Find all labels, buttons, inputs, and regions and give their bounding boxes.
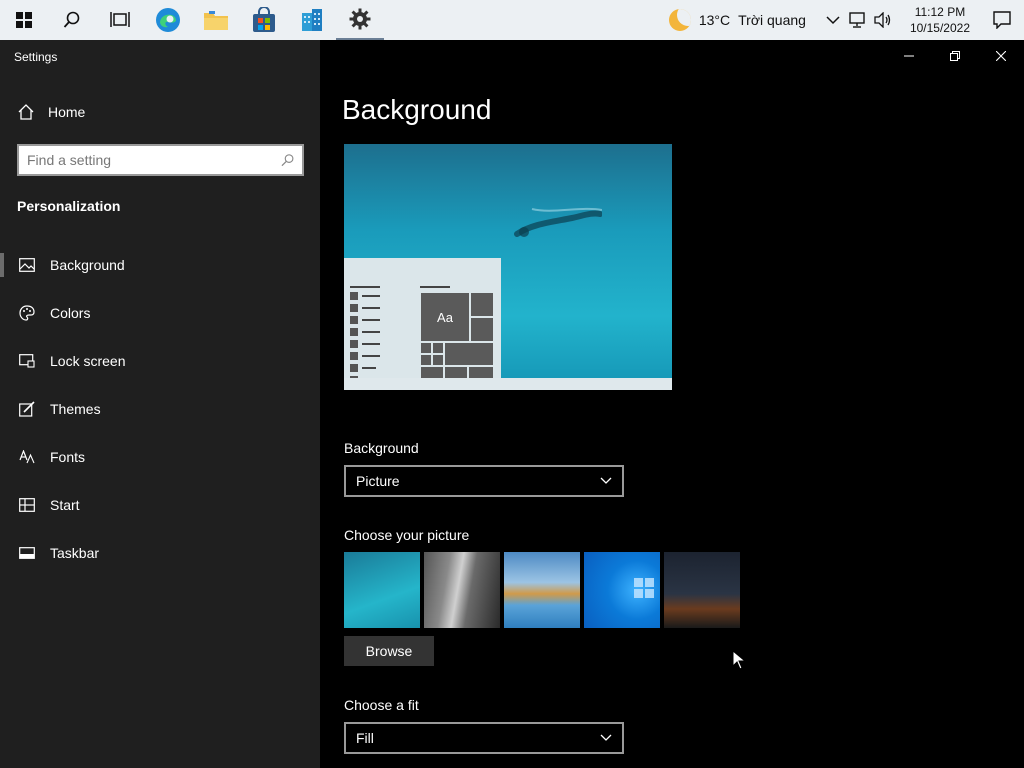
network-icon[interactable] xyxy=(848,12,866,28)
content-pane: Background Aa Background Picture Choose … xyxy=(320,40,1024,768)
search-input[interactable] xyxy=(27,152,281,168)
swimmer-image xyxy=(514,207,602,237)
weather-temperature: 13°C xyxy=(698,12,731,28)
fonts-icon xyxy=(18,448,36,466)
folder-icon xyxy=(204,11,228,30)
close-button[interactable] xyxy=(978,40,1024,72)
picture-icon xyxy=(18,256,36,274)
chevron-down-icon xyxy=(600,734,612,741)
sidebar-item-background[interactable]: Background xyxy=(0,241,320,289)
background-label: Background xyxy=(344,440,419,456)
windows-logo-icon xyxy=(16,12,32,28)
search-button[interactable] xyxy=(48,0,96,40)
sidebar-item-label: Start xyxy=(50,497,80,513)
store-app-button[interactable] xyxy=(240,0,288,40)
palette-icon xyxy=(18,304,36,322)
fit-value: Fill xyxy=(356,730,374,746)
clock-time: 11:12 PM xyxy=(914,5,966,19)
window-controls xyxy=(886,40,1024,72)
sidebar: Settings Home Personalization Background… xyxy=(0,40,320,768)
start-button[interactable] xyxy=(0,0,48,40)
notification-icon xyxy=(993,11,1011,29)
windows-logo-icon xyxy=(634,578,654,598)
sidebar-item-label: Lock screen xyxy=(50,353,126,369)
picture-thumbnail-beach[interactable] xyxy=(504,552,580,628)
browse-button[interactable]: Browse xyxy=(344,636,434,666)
lock-screen-icon xyxy=(18,352,36,370)
task-view-icon xyxy=(110,12,130,27)
fit-dropdown[interactable]: Fill xyxy=(344,722,624,754)
notification-button[interactable] xyxy=(980,0,1024,40)
weather-widget[interactable]: 13°C Trời quang xyxy=(668,9,818,31)
nav-list: Background Colors Lock screen Themes Fon… xyxy=(0,241,320,577)
moon-icon xyxy=(668,9,691,31)
background-type-value: Picture xyxy=(356,473,400,489)
taskbar: 13°C Trời quang 11:12 PM 10/15/2022 xyxy=(0,0,1024,40)
fit-label: Choose a fit xyxy=(344,697,419,713)
start-icon xyxy=(18,496,36,514)
taskbar-preview xyxy=(344,378,672,390)
window-title: Settings xyxy=(14,50,58,64)
search-icon xyxy=(63,11,80,28)
home-icon xyxy=(18,104,34,120)
minimize-button[interactable] xyxy=(886,40,932,72)
volume-icon[interactable] xyxy=(874,12,892,28)
file-explorer-app-button[interactable] xyxy=(192,0,240,40)
task-view-button[interactable] xyxy=(96,0,144,40)
home-nav-item[interactable]: Home xyxy=(18,104,85,120)
clock[interactable]: 11:12 PM 10/15/2022 xyxy=(900,4,980,36)
picture-thumbnails xyxy=(344,552,740,628)
sidebar-item-start[interactable]: Start xyxy=(0,481,320,529)
section-title: Personalization xyxy=(17,198,121,214)
sidebar-item-label: Taskbar xyxy=(50,545,100,561)
building-app-button[interactable] xyxy=(288,0,336,40)
chevron-up-icon[interactable] xyxy=(826,15,840,25)
minimize-icon xyxy=(904,55,914,57)
buildings-icon xyxy=(302,9,322,31)
edge-app-button[interactable] xyxy=(144,0,192,40)
sidebar-item-colors[interactable]: Colors xyxy=(0,289,320,337)
weather-description: Trời quang xyxy=(738,12,806,28)
chevron-down-icon xyxy=(600,477,612,484)
mouse-cursor-icon xyxy=(732,650,746,670)
close-icon xyxy=(996,51,1006,61)
picture-thumbnail-underwater[interactable] xyxy=(344,552,420,628)
taskbar-icon xyxy=(18,544,36,562)
sidebar-item-fonts[interactable]: Fonts xyxy=(0,433,320,481)
home-label: Home xyxy=(48,104,86,120)
picture-thumbnail-rock[interactable] xyxy=(424,552,500,628)
background-type-dropdown[interactable]: Picture xyxy=(344,465,624,497)
page-title: Background xyxy=(342,94,492,125)
search-box[interactable] xyxy=(17,144,304,176)
store-bag-icon xyxy=(253,7,275,32)
sidebar-item-label: Fonts xyxy=(50,449,86,465)
start-menu-preview: Aa xyxy=(344,258,501,390)
sidebar-item-themes[interactable]: Themes xyxy=(0,385,320,433)
search-icon xyxy=(281,154,294,167)
restore-button[interactable] xyxy=(932,40,978,72)
preview-tile: Aa xyxy=(420,292,470,342)
sidebar-item-lock-screen[interactable]: Lock screen xyxy=(0,337,320,385)
picture-thumbnail-night-sky[interactable] xyxy=(664,552,740,628)
sidebar-item-label: Colors xyxy=(50,305,91,321)
background-preview: Aa xyxy=(344,144,672,390)
clock-date: 10/15/2022 xyxy=(909,21,970,35)
settings-window: Settings Home Personalization Background… xyxy=(0,40,1024,768)
choose-picture-label: Choose your picture xyxy=(344,527,470,543)
sidebar-item-taskbar[interactable]: Taskbar xyxy=(0,529,320,577)
themes-icon xyxy=(18,400,36,418)
restore-icon xyxy=(950,51,960,61)
sidebar-item-label: Background xyxy=(50,257,125,273)
gear-icon xyxy=(349,8,371,30)
settings-app-button[interactable] xyxy=(336,0,384,40)
sidebar-item-label: Themes xyxy=(50,401,101,417)
picture-thumbnail-windows[interactable] xyxy=(584,552,660,628)
edge-icon xyxy=(156,8,180,32)
